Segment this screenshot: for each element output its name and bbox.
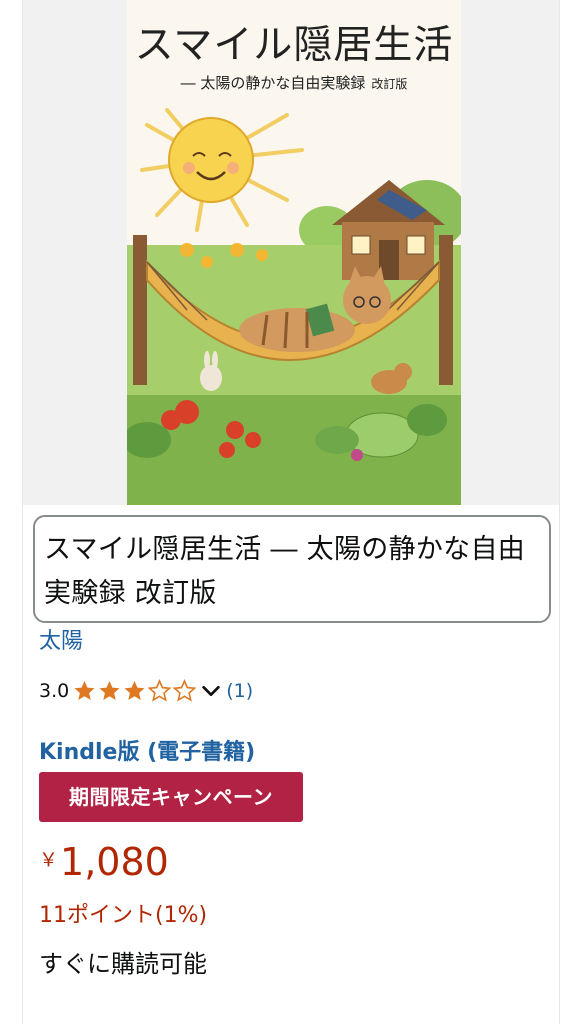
author-link[interactable]: 太陽 [39,623,83,655]
availability-text: すぐに購読可能 [39,950,207,978]
deal-badge: 期間限定キャンペーン [39,772,303,822]
star-rating[interactable] [72,679,197,703]
cover-subtitle-text: ― 太陽の静かな自由実験録 [180,74,366,92]
star-filled-icon [99,681,120,700]
star-empty-icon [172,679,197,702]
review-count-link[interactable]: (1) [226,680,253,702]
cover-title: スマイル隠居生活 [134,23,454,68]
price-amount: 1,080 [60,840,169,884]
rating-row[interactable]: 3.0 (1) [39,676,253,706]
product-image-area[interactable]: スマイル隠居生活 ― 太陽の静かな自由実験録 改訂版 [23,0,559,505]
format-link[interactable]: Kindle版 (電子書籍) [39,734,255,766]
star-empty-icon [147,679,172,702]
product-title[interactable]: スマイル隠居生活 ― 太陽の静かな自由実験録 改訂版 [33,515,551,623]
star-filled-icon [74,681,95,700]
rating-value: 3.0 [39,680,70,702]
book-cover-image[interactable]: スマイル隠居生活 ― 太陽の静かな自由実験録 改訂版 [127,0,461,505]
cover-edition: 改訂版 [371,77,408,91]
cover-subtitle: ― 太陽の静かな自由実験録 改訂版 [127,72,461,93]
chevron-down-icon[interactable] [200,680,222,702]
points-earned: 11ポイント(1%) [39,903,208,928]
price: ￥ 1,080 [39,837,169,887]
star-filled-icon [124,681,145,700]
price-symbol: ￥ [39,849,59,871]
